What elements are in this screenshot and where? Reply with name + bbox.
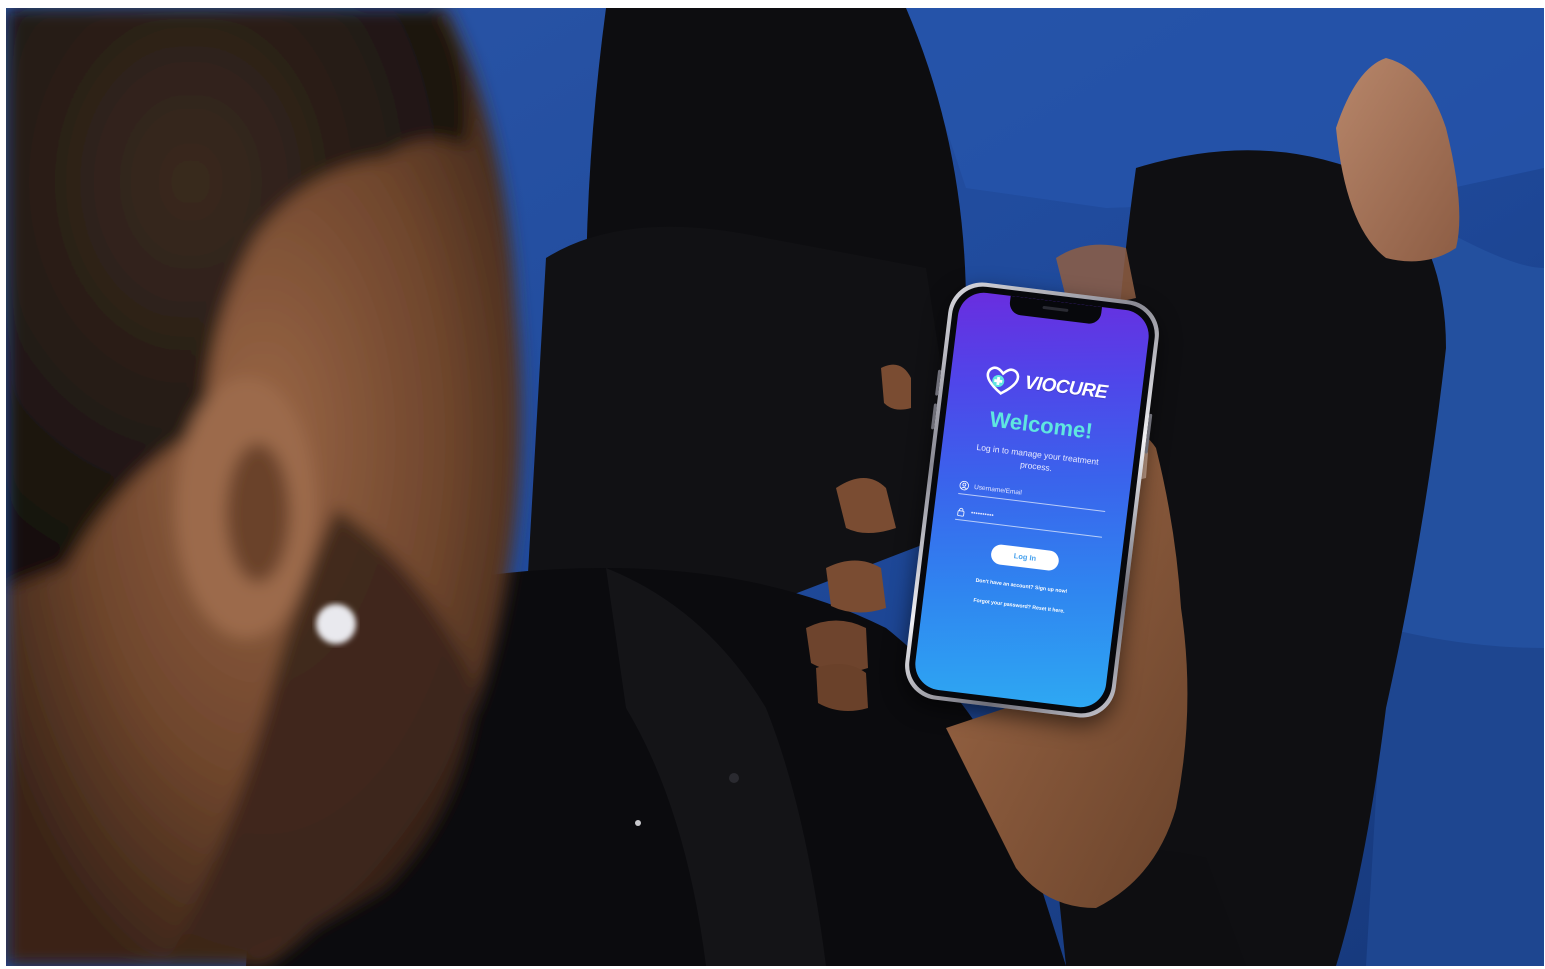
reset-password-link[interactable]: Forgot your password? Reset it here. bbox=[967, 597, 1071, 617]
login-button[interactable]: Log In bbox=[989, 543, 1060, 572]
heart-cross-icon bbox=[986, 366, 1020, 396]
password-value: •••••••••• bbox=[970, 509, 995, 519]
photo-scene: VIOCURE Welcome! Log in to manage your t… bbox=[6, 8, 1544, 966]
phone-notch bbox=[1008, 295, 1103, 325]
user-icon bbox=[959, 480, 969, 491]
brand-name: VIOCURE bbox=[1023, 372, 1109, 404]
lock-icon bbox=[957, 507, 965, 517]
username-placeholder: Username/Email bbox=[973, 483, 1023, 497]
welcome-subtitle: Log in to manage your treatment process. bbox=[976, 441, 1100, 474]
speaker-grille bbox=[1042, 305, 1069, 313]
app-login-screen: VIOCURE Welcome! Log in to manage your t… bbox=[912, 289, 1152, 711]
scene-background bbox=[6, 8, 1544, 966]
signup-link[interactable]: Don't have an account? Sign up now! bbox=[969, 577, 1073, 597]
